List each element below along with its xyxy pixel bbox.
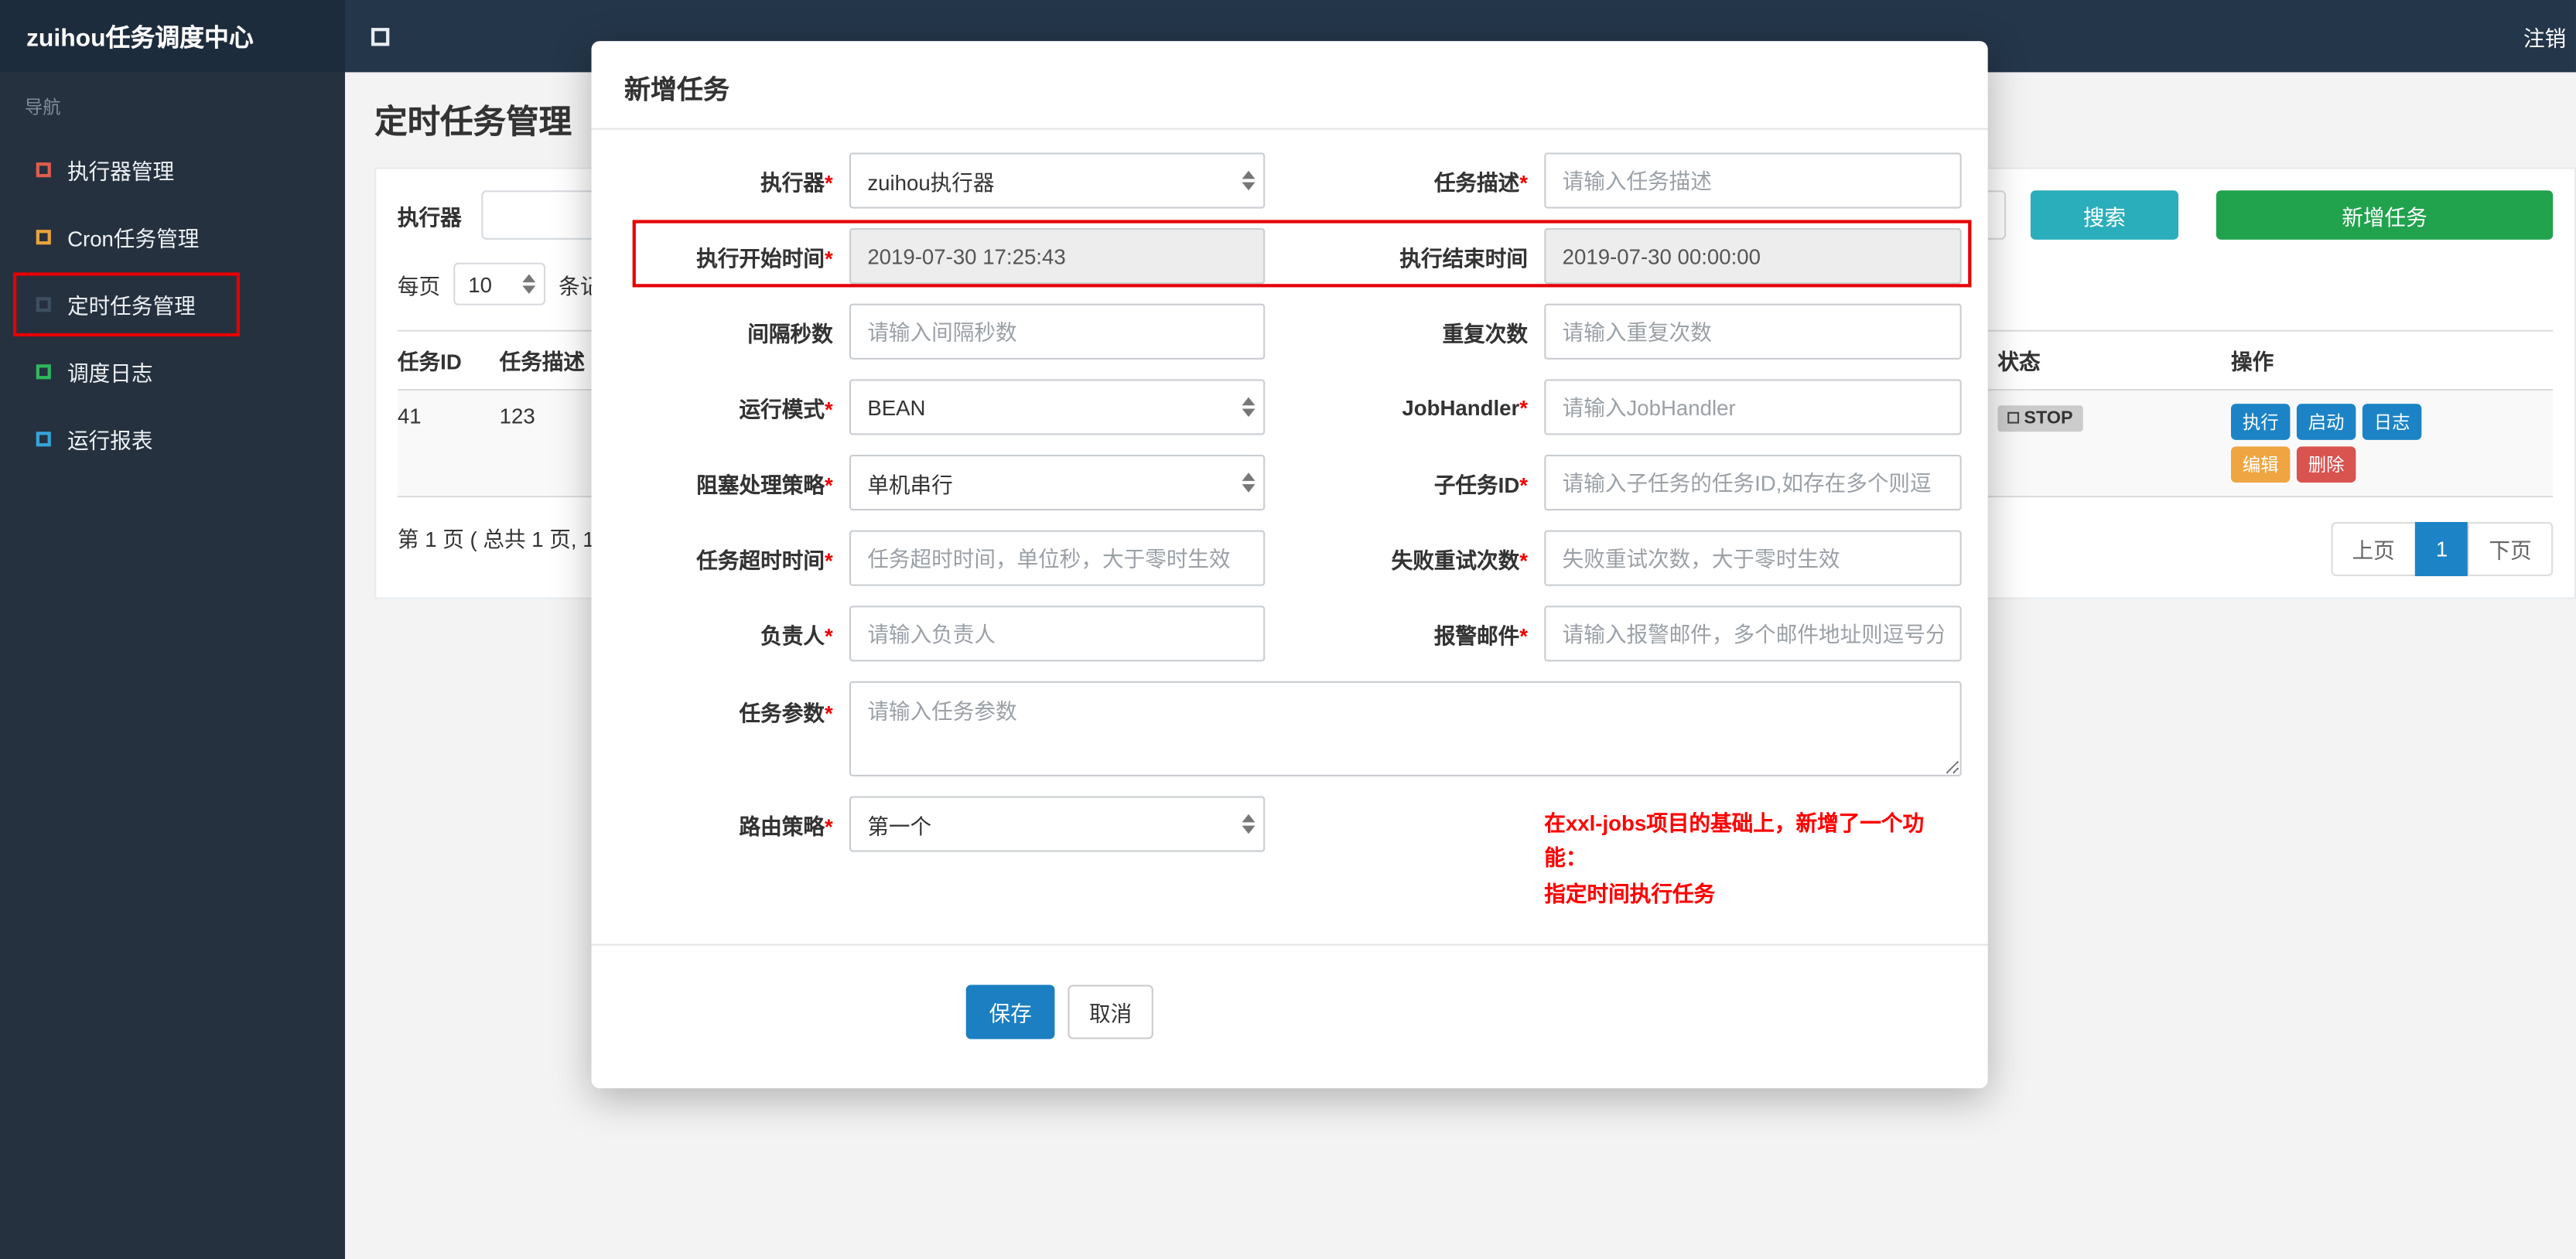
page-size-value: 10 — [468, 271, 493, 297]
sidebar-item-cron-task-mgmt[interactable]: Cron任务管理 — [0, 203, 345, 271]
task-desc-label: 任务描述* — [1433, 169, 1529, 195]
stop-square-icon — [2007, 411, 2020, 424]
modal-header: 新增任务 — [591, 41, 1988, 130]
job-param-label: 任务参数* — [739, 701, 833, 726]
logout-link[interactable]: 注销 — [2523, 21, 2566, 52]
select-arrows-icon — [1242, 397, 1256, 418]
start-time-input[interactable] — [849, 228, 1266, 285]
save-button[interactable]: 保存 — [965, 985, 1055, 1040]
column-task-id[interactable]: 任务ID — [398, 332, 500, 389]
timeout-input[interactable] — [849, 530, 1266, 586]
column-status[interactable]: 状态 — [1997, 332, 2231, 389]
retry-count-label: 失败重试次数* — [1391, 547, 1529, 572]
status-text: STOP — [2024, 408, 2073, 428]
sidebar-nav-label: 导航 — [24, 98, 61, 118]
timeout-label: 任务超时时间* — [696, 547, 833, 572]
run-mode-select[interactable]: BEAN — [849, 379, 1266, 435]
modal-footer: 保存 取消 — [592, 946, 1988, 1089]
cancel-button[interactable]: 取消 — [1068, 985, 1153, 1040]
current-page-button[interactable]: 1 — [2414, 521, 2469, 577]
sidebar-item-executor-mgmt[interactable]: 执行器管理 — [0, 136, 345, 203]
repeat-count-input[interactable] — [1544, 303, 1962, 360]
sidebar-item-scheduled-task-mgmt[interactable]: 定时任务管理 — [0, 271, 345, 338]
route-strategy-select-value: 第一个 — [867, 813, 932, 838]
executor-select-value: zuihou执行器 — [867, 169, 995, 195]
sidebar-menu: 执行器管理 Cron任务管理 定时任务管理 调度日志 运行报表 — [0, 136, 345, 473]
next-page-button[interactable]: 下页 — [2467, 521, 2554, 577]
job-param-textarea[interactable] — [849, 681, 1962, 776]
route-strategy-label: 路由策略* — [739, 813, 833, 838]
run-mode-select-value: BEAN — [867, 394, 926, 420]
sidebar-item-run-report[interactable]: 运行报表 — [0, 405, 345, 473]
pagination-buttons: 上页 1 下页 — [2330, 521, 2554, 577]
sidebar-toggle-icon[interactable] — [371, 27, 390, 46]
add-task-modal: 新增任务 执行器* zuihou执行器 任务描述* 执行开始时间* — [591, 41, 1988, 1089]
feature-note-line2: 指定时间执行任务 — [1544, 881, 1716, 906]
block-strategy-select[interactable]: 单机串行 — [849, 454, 1266, 511]
log-button[interactable]: 日志 — [2362, 404, 2422, 440]
sidebar-item-label: 运行报表 — [67, 428, 153, 453]
interval-input[interactable] — [849, 303, 1266, 360]
owner-label: 负责人* — [760, 623, 833, 648]
repeat-count-label: 重复次数 — [1442, 320, 1529, 346]
menu-square-icon — [36, 162, 51, 178]
task-desc-input[interactable] — [1544, 152, 1962, 209]
block-strategy-label: 阻塞处理策略* — [696, 472, 833, 497]
task-status-cell: STOP — [1997, 391, 2231, 496]
prev-page-button[interactable]: 上页 — [2330, 521, 2417, 577]
app-root: zuihou任务调度中心 注销 导航 执行器管理 Cron任务管理 定时任务管理 — [0, 0, 2576, 1259]
executor-label: 执行器* — [760, 169, 833, 195]
end-time-input[interactable] — [1544, 228, 1962, 285]
child-job-input[interactable] — [1544, 454, 1962, 511]
menu-square-icon — [36, 364, 51, 380]
task-id-cell: 41 — [397, 404, 422, 428]
sidebar-item-label: Cron任务管理 — [67, 226, 200, 251]
select-arrows-icon — [1242, 814, 1256, 834]
execute-button[interactable]: 执行 — [2230, 404, 2291, 440]
menu-square-icon — [36, 432, 51, 447]
executor-filter-label: 执行器 — [397, 204, 462, 230]
sidebar: 导航 执行器管理 Cron任务管理 定时任务管理 调度日志 运行报表 — [0, 72, 345, 1259]
modal-title: 新增任务 — [624, 77, 729, 105]
modal-body: 执行器* zuihou执行器 任务描述* 执行开始时间* 执行结 — [592, 130, 1988, 912]
column-operations[interactable]: 操作 — [2231, 332, 2553, 389]
end-time-label: 执行结束时间 — [1399, 245, 1529, 271]
action-buttons: 执行 启动 日志 编辑 删除 — [2230, 404, 2478, 483]
edit-button[interactable]: 编辑 — [2230, 446, 2291, 483]
alarm-email-input[interactable] — [1544, 606, 1962, 662]
job-handler-label: JobHandler* — [1402, 394, 1529, 420]
page-size-prefix: 每页 — [397, 273, 441, 299]
pagination-summary: 第 1 页 ( 总共 1 页, 1 — [397, 527, 595, 552]
start-button[interactable]: 启动 — [2296, 404, 2356, 440]
menu-square-icon — [36, 297, 51, 312]
executor-select[interactable]: zuihou执行器 — [849, 152, 1266, 209]
retry-count-input[interactable] — [1544, 530, 1962, 586]
run-mode-label: 运行模式* — [739, 396, 833, 421]
menu-square-icon — [36, 230, 51, 245]
add-task-button[interactable]: 新增任务 — [2216, 190, 2554, 240]
alarm-email-label: 报警邮件* — [1433, 623, 1529, 648]
interval-label: 间隔秒数 — [747, 320, 833, 346]
sidebar-item-label: 执行器管理 — [67, 159, 175, 184]
route-strategy-select[interactable]: 第一个 — [849, 796, 1266, 852]
feature-note-line1: 在xxl-jobs项目的基础上，新增了一个功能： — [1544, 810, 1925, 871]
page-size-select[interactable]: 10 — [453, 262, 546, 305]
select-arrows-icon — [1242, 473, 1256, 493]
job-handler-input[interactable] — [1544, 379, 1962, 435]
sidebar-item-label: 调度日志 — [67, 360, 153, 386]
start-time-label: 执行开始时间* — [696, 245, 833, 271]
sidebar-item-label: 定时任务管理 — [67, 293, 196, 319]
sidebar-item-dispatch-log[interactable]: 调度日志 — [0, 338, 345, 405]
select-arrows-icon — [1242, 170, 1256, 191]
select-arrows-icon — [522, 274, 536, 294]
owner-input[interactable] — [849, 606, 1266, 662]
block-strategy-select-value: 单机串行 — [867, 472, 953, 497]
app-brand[interactable]: zuihou任务调度中心 — [0, 0, 345, 73]
search-button[interactable]: 搜索 — [2030, 190, 2179, 240]
feature-note: 在xxl-jobs项目的基础上，新增了一个功能： 指定时间执行任务 — [1544, 796, 1961, 911]
status-badge: STOP — [1997, 404, 2083, 432]
child-job-label: 子任务ID* — [1433, 472, 1529, 497]
task-ops-cell: 执行 启动 日志 编辑 删除 — [2230, 391, 2553, 496]
delete-button[interactable]: 删除 — [2296, 446, 2356, 483]
